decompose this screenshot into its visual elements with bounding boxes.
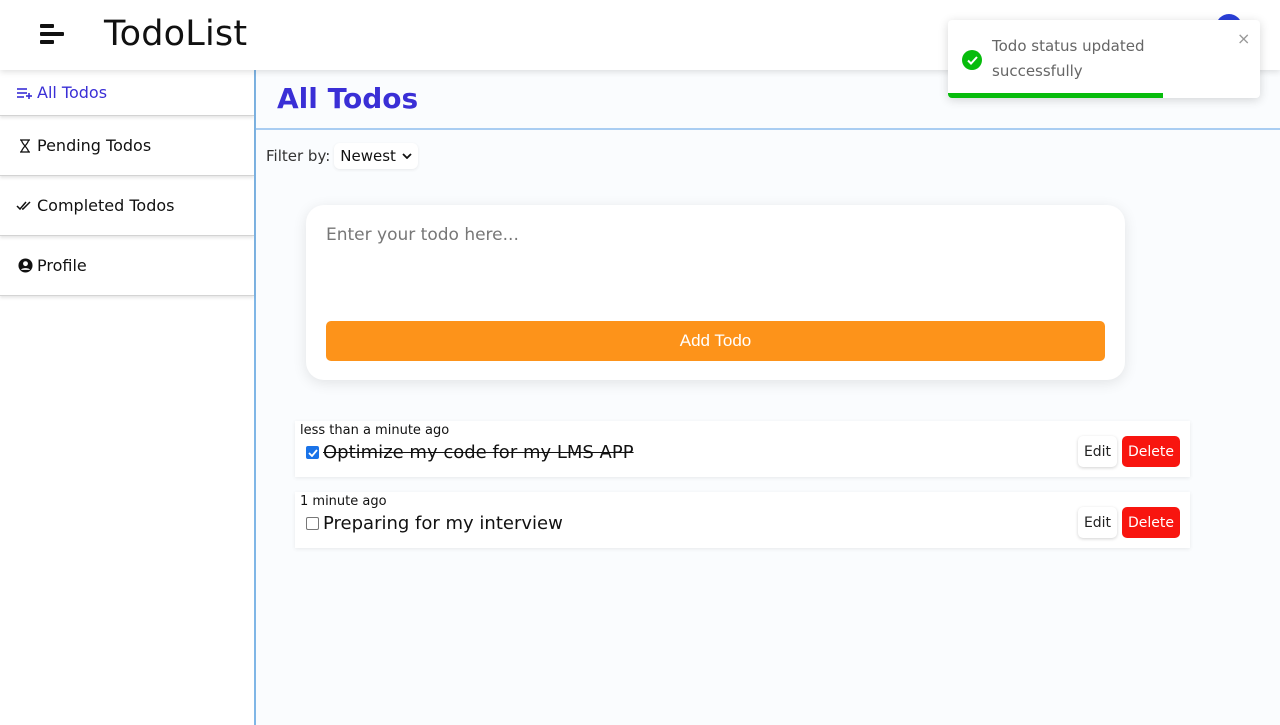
filter-label: Filter by: — [266, 147, 331, 165]
todo-checkbox[interactable] — [306, 517, 319, 530]
hourglass-icon — [16, 138, 34, 153]
sidebar: All Todos Pending Todos Completed Todos … — [0, 70, 256, 725]
add-todo-button[interactable]: Add Todo — [326, 321, 1105, 361]
edit-button[interactable]: Edit — [1078, 507, 1117, 538]
success-check-icon — [962, 50, 982, 70]
todo-text: Preparing for my interview — [323, 513, 563, 534]
add-list-icon — [16, 87, 34, 99]
sidebar-item-completed-todos[interactable]: Completed Todos — [0, 176, 254, 236]
add-todo-card: Add Todo — [306, 205, 1125, 380]
double-check-icon — [16, 200, 34, 211]
main-content: All Todos Filter by: Newest Add Todo les… — [256, 70, 1280, 725]
filter-bar: Filter by: Newest — [266, 143, 418, 169]
toast-message: Todo status updated successfully — [992, 37, 1145, 80]
app-title: TodoList — [104, 14, 248, 54]
todo-timestamp: 1 minute ago — [300, 494, 387, 509]
close-icon[interactable]: × — [1237, 29, 1250, 48]
filter-select[interactable]: Newest — [334, 143, 418, 169]
delete-button[interactable]: Delete — [1122, 436, 1180, 467]
menu-icon[interactable] — [40, 24, 66, 48]
filter-selected-value: Newest — [340, 147, 396, 165]
sidebar-item-pending-todos[interactable]: Pending Todos — [0, 116, 254, 176]
todo-item: 1 minute ago Preparing for my interview … — [295, 492, 1190, 548]
delete-button[interactable]: Delete — [1122, 507, 1180, 538]
toast-progress-bar — [948, 93, 1164, 98]
todo-checkbox[interactable] — [306, 446, 319, 459]
toast-notification: Todo status updated successfully × — [948, 20, 1260, 98]
sidebar-item-profile[interactable]: Profile — [0, 236, 254, 296]
sidebar-item-label: Completed Todos — [37, 196, 175, 215]
sidebar-item-label: Profile — [37, 256, 87, 275]
user-circle-icon — [16, 258, 34, 273]
chevron-down-icon — [402, 151, 412, 162]
sidebar-item-all-todos[interactable]: All Todos — [0, 70, 254, 116]
sidebar-item-label: Pending Todos — [37, 136, 152, 155]
check-icon — [307, 448, 318, 457]
page-title: All Todos — [277, 82, 419, 115]
sidebar-item-label: All Todos — [37, 83, 108, 102]
edit-button[interactable]: Edit — [1078, 436, 1117, 467]
todo-item: less than a minute ago Optimize my code … — [295, 421, 1190, 477]
todo-input[interactable] — [326, 225, 1105, 305]
todo-text: Optimize my code for my LMS APP — [323, 442, 634, 463]
todo-timestamp: less than a minute ago — [300, 423, 450, 438]
